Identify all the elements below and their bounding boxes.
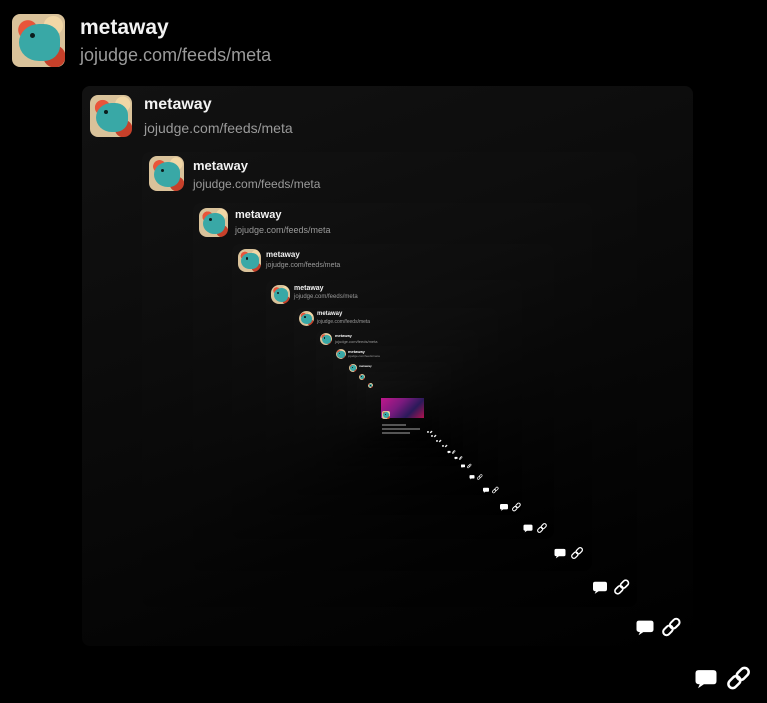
avatar[interactable] bbox=[368, 383, 373, 388]
author-handle[interactable]: jojudge.com/feeds/meta bbox=[266, 262, 340, 269]
avatar[interactable] bbox=[359, 374, 365, 380]
author-handle[interactable]: jojudge.com/feeds/meta bbox=[317, 319, 370, 325]
author-name[interactable]: metaway bbox=[359, 364, 372, 368]
author-name[interactable]: metaway bbox=[80, 16, 169, 40]
author-name[interactable]: metaway bbox=[317, 311, 342, 317]
avatar[interactable] bbox=[238, 249, 261, 272]
avatar[interactable] bbox=[349, 364, 357, 372]
author-name[interactable]: metaway bbox=[193, 158, 248, 173]
avatar[interactable] bbox=[320, 333, 332, 345]
author-handle[interactable]: jojudge.com/feeds/meta bbox=[294, 294, 358, 300]
author-name[interactable]: metaway bbox=[235, 209, 281, 221]
author-handle[interactable]: jojudge.com/feeds/meta bbox=[335, 339, 377, 344]
author-name[interactable]: metaway bbox=[294, 285, 324, 292]
avatar[interactable] bbox=[199, 208, 228, 237]
post-text-line bbox=[382, 424, 406, 426]
author-name[interactable]: metaway bbox=[266, 250, 300, 259]
post-text-line bbox=[382, 428, 420, 430]
author-handle[interactable]: jojudge.com/feeds/meta bbox=[144, 120, 293, 136]
author-handle[interactable]: jojudge.com/feeds/meta bbox=[80, 45, 271, 66]
author-handle[interactable]: jojudge.com/feeds/meta bbox=[193, 177, 320, 191]
avatar[interactable] bbox=[12, 14, 65, 67]
avatar[interactable] bbox=[382, 411, 390, 419]
avatar[interactable] bbox=[299, 311, 314, 326]
avatar[interactable] bbox=[336, 349, 346, 359]
post-text-line bbox=[382, 432, 410, 434]
author-handle[interactable]: jojudge.com/feeds/meta bbox=[235, 225, 331, 235]
author-name[interactable]: metaway bbox=[144, 96, 212, 114]
author-name[interactable]: metaway bbox=[335, 333, 352, 338]
author-handle[interactable]: jojudge.com/feeds/meta bbox=[348, 354, 380, 358]
avatar[interactable] bbox=[149, 156, 184, 191]
avatar[interactable] bbox=[271, 285, 290, 304]
avatar[interactable] bbox=[90, 95, 132, 137]
